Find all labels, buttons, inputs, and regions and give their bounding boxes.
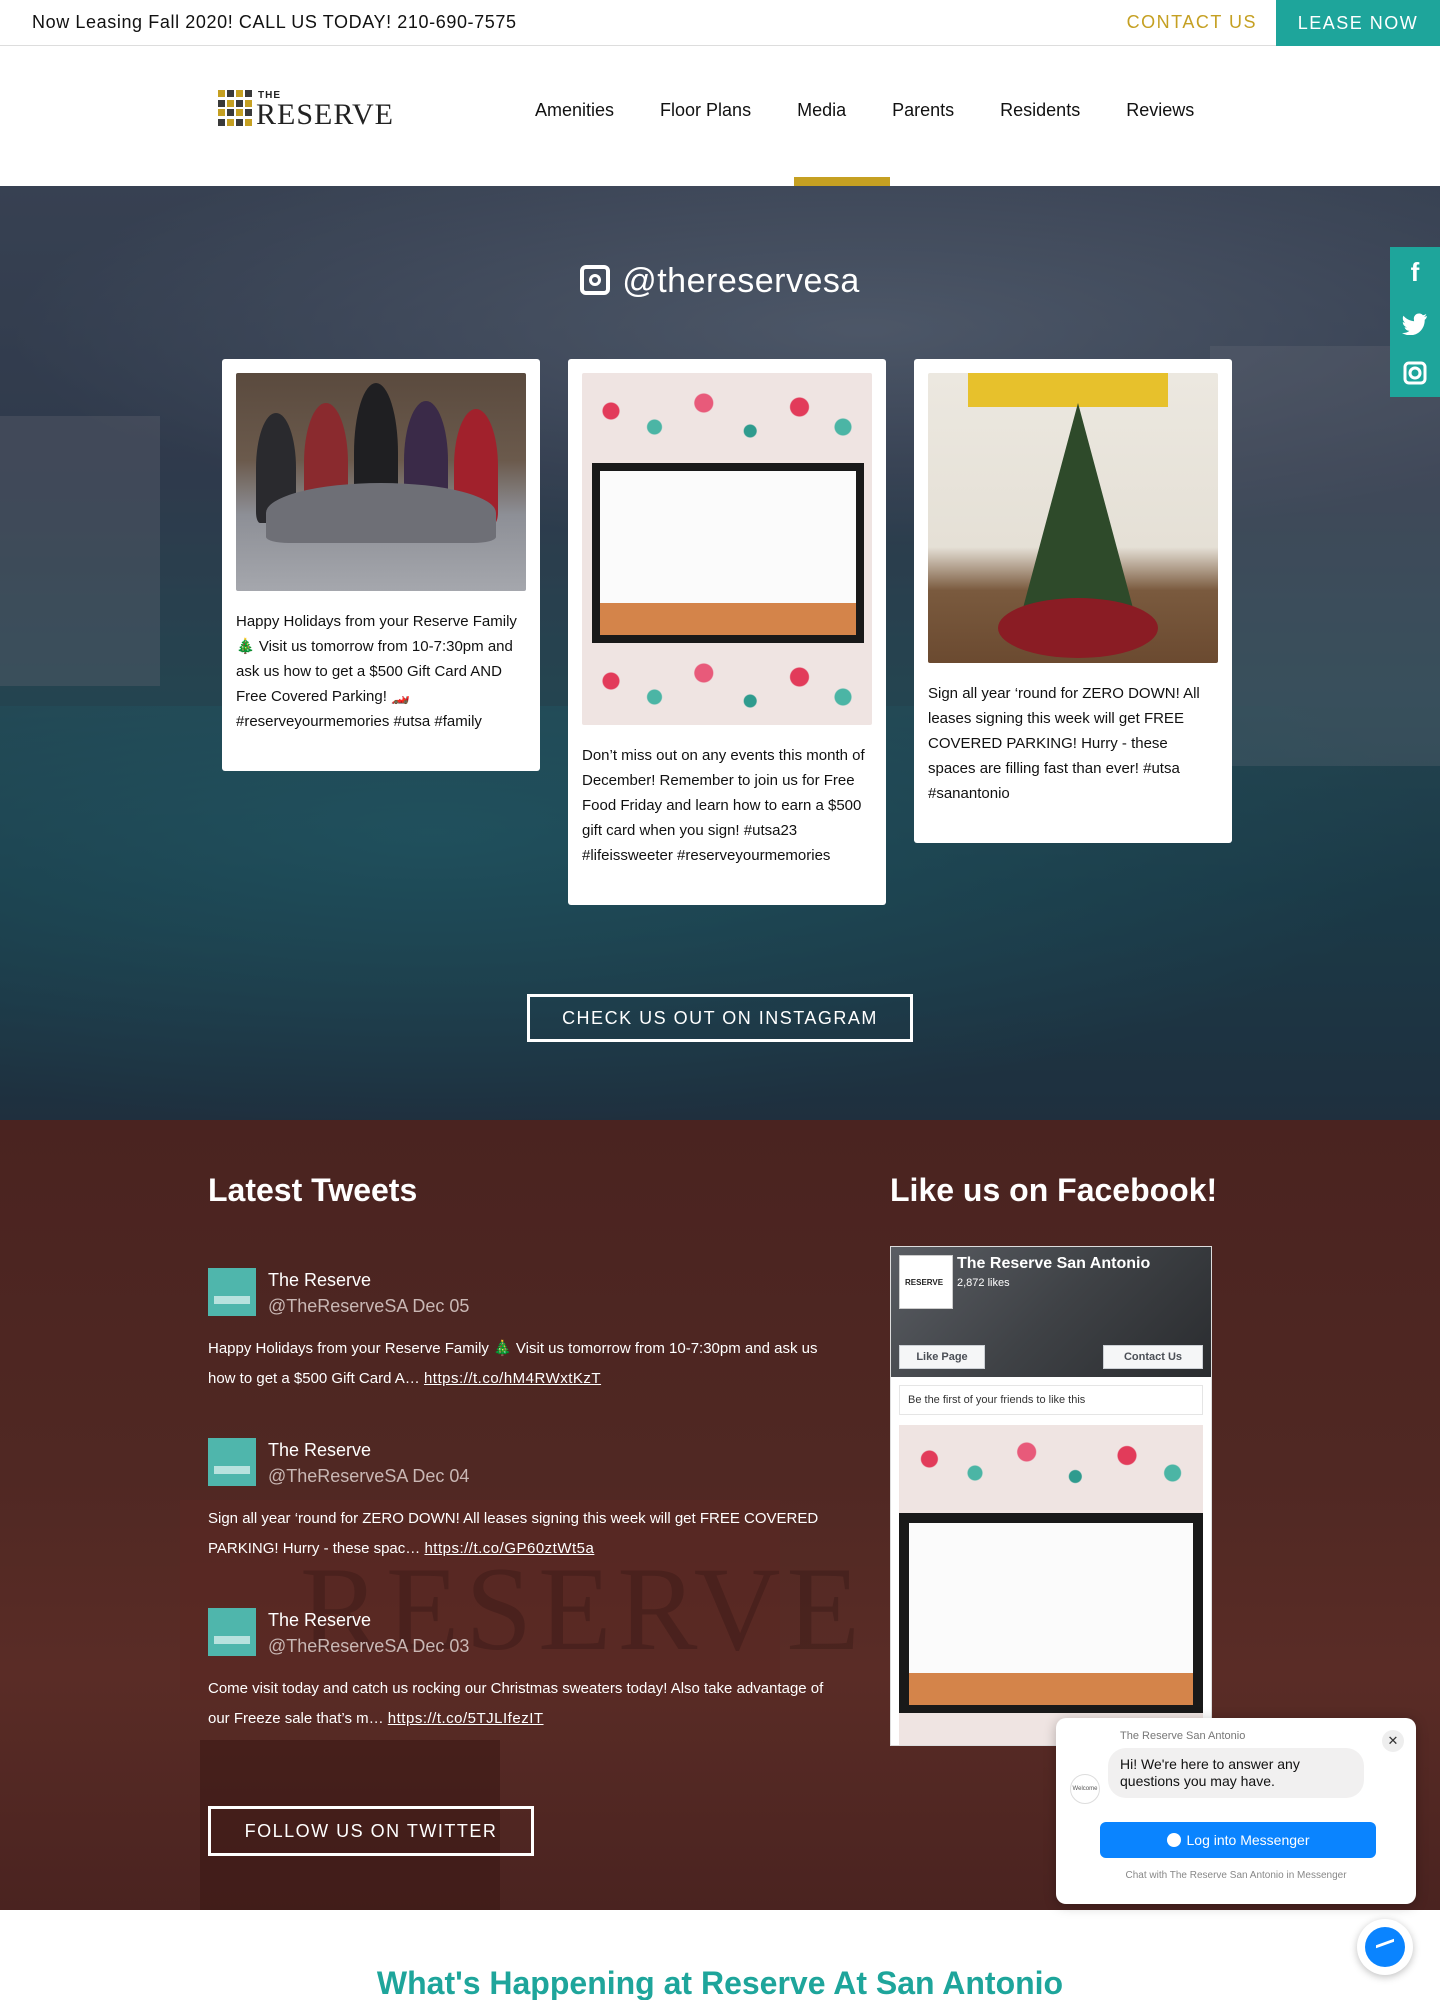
nav-residents[interactable]: Residents	[1000, 100, 1080, 121]
post-photo-tree	[928, 373, 1218, 663]
main-nav: Amenities Floor Plans Media Parents Resi…	[535, 100, 1240, 121]
messenger-greeting: Hi! We're here to answer any questions y…	[1108, 1748, 1364, 1798]
post-photo-calendar	[582, 373, 872, 725]
post-caption: Happy Holidays from your Reserve Family …	[236, 613, 517, 730]
tweet-author[interactable]: The Reserve	[268, 1270, 371, 1291]
messenger-avatar: Welcome	[1070, 1774, 1100, 1804]
facebook-page-name[interactable]: The Reserve San Antonio	[957, 1255, 1150, 1273]
facebook-icon[interactable]: f	[1390, 247, 1440, 297]
tweet-text: Sign all year ‘round for ZERO DOWN! All …	[208, 1510, 819, 1557]
happening-heading: What's Happening at Reserve At San Anton…	[376, 1965, 1064, 2000]
tweet-text: Come visit today and catch us rocking ou…	[208, 1680, 824, 1727]
lease-now-button[interactable]: LEASE NOW	[1276, 0, 1440, 46]
messenger-page-name: The Reserve San Antonio	[1120, 1730, 1246, 1742]
tweet-link[interactable]: https://t.co/GP60ztWt5a	[424, 1540, 594, 1557]
post-photo-staff	[236, 373, 526, 591]
top-bar: Now Leasing Fall 2020! CALL US TODAY! 21…	[0, 0, 1440, 46]
contact-us-link[interactable]: CONTACT US	[1127, 12, 1257, 33]
tweet-avatar[interactable]	[208, 1268, 256, 1316]
instagram-section: @thereservesa Happy Holidays from your R…	[0, 186, 1440, 1120]
facebook-heading: Like us on Facebook!	[890, 1172, 1218, 1208]
tweet-avatar[interactable]	[208, 1608, 256, 1656]
social-rail: f	[1390, 247, 1440, 397]
messenger-login-button[interactable]: Log into Messenger	[1100, 1822, 1376, 1858]
promo-text: Now Leasing Fall 2020! CALL US TODAY! 21…	[32, 12, 517, 32]
nav-media[interactable]: Media	[797, 100, 846, 121]
facebook-post-image[interactable]	[899, 1425, 1203, 1745]
logo-mark	[218, 90, 254, 126]
facebook-page-widget: RESERVE The Reserve San Antonio 2,872 li…	[890, 1246, 1212, 1746]
instagram-button[interactable]: CHECK US OUT ON INSTAGRAM	[527, 994, 913, 1042]
facebook-page-thumbnail[interactable]: RESERVE	[899, 1255, 953, 1309]
tweet-author[interactable]: The Reserve	[268, 1610, 371, 1631]
facebook-contact-button[interactable]: Contact Us	[1103, 1345, 1203, 1369]
nav-amenities[interactable]: Amenities	[535, 100, 614, 121]
facebook-friends-note: Be the first of your friends to like thi…	[899, 1385, 1203, 1415]
post-caption: Don’t miss out on any events this month …	[582, 747, 865, 864]
tweet-handle-date[interactable]: @TheReserveSA Dec 03	[268, 1636, 469, 1657]
tweet-avatar[interactable]	[208, 1438, 256, 1486]
tweet-handle-date[interactable]: @TheReserveSA Dec 05	[268, 1296, 469, 1317]
instagram-handle: @thereservesa	[622, 262, 860, 300]
messenger-chat-note[interactable]: Chat with The Reserve San Antonio in Mes…	[1056, 1870, 1416, 1881]
site-header: THE RESERVE Amenities Floor Plans Media …	[0, 46, 1440, 186]
nav-parents[interactable]: Parents	[892, 100, 954, 121]
messenger-popup: The Reserve San Antonio ✕ Welcome Hi! We…	[1056, 1718, 1416, 1904]
post-caption: Sign all year ‘round for ZERO DOWN! All …	[928, 685, 1200, 802]
facebook-like-count: 2,872 likes	[957, 1277, 1010, 1289]
nav-active-indicator	[794, 177, 890, 186]
tweet-link[interactable]: https://t.co/5TJLIfezIT	[388, 1710, 544, 1727]
facebook-like-button[interactable]: Like Page	[899, 1345, 985, 1369]
instagram-rail-icon[interactable]	[1390, 347, 1440, 397]
tweets-heading: Latest Tweets	[208, 1172, 418, 1208]
facebook-cover[interactable]: RESERVE The Reserve San Antonio 2,872 li…	[891, 1247, 1211, 1377]
follow-twitter-button[interactable]: FOLLOW US ON TWITTER	[208, 1806, 534, 1856]
tweet-handle-date[interactable]: @TheReserveSA Dec 04	[268, 1466, 469, 1487]
nav-floor-plans[interactable]: Floor Plans	[660, 100, 751, 121]
instagram-post[interactable]: Happy Holidays from your Reserve Family …	[222, 359, 540, 771]
instagram-post[interactable]: Don’t miss out on any events this month …	[568, 359, 886, 905]
nav-reviews[interactable]: Reviews	[1126, 100, 1194, 121]
instagram-heading[interactable]: @thereservesa	[0, 262, 1440, 301]
messenger-fab-icon	[1365, 1927, 1405, 1967]
tweet-author[interactable]: The Reserve	[268, 1440, 371, 1461]
tweet-text: Happy Holidays from your Reserve Family …	[208, 1340, 818, 1387]
tweet-link[interactable]: https://t.co/hM4RWxtKzT	[424, 1370, 601, 1387]
instagram-post[interactable]: Sign all year ‘round for ZERO DOWN! All …	[914, 359, 1232, 843]
site-logo[interactable]: THE RESERVE	[218, 90, 398, 136]
logo-name: RESERVE	[256, 98, 394, 131]
twitter-icon[interactable]	[1390, 297, 1440, 347]
instagram-icon	[580, 265, 611, 295]
messenger-icon	[1166, 1833, 1181, 1847]
close-icon[interactable]: ✕	[1382, 1730, 1404, 1752]
